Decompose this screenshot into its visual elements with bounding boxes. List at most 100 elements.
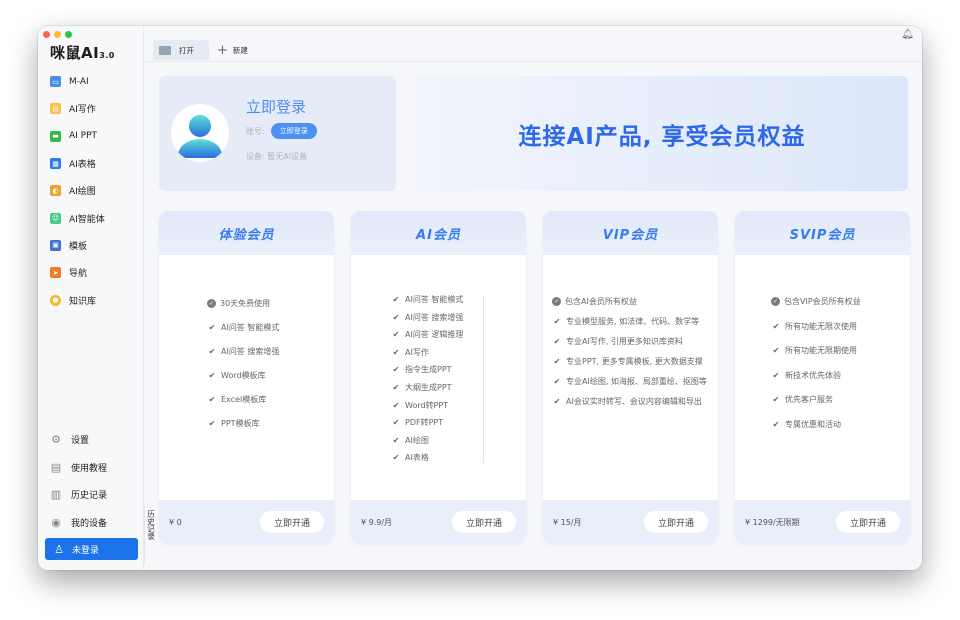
feature-item: ✔ 优先客户服务 [772,395,833,404]
check-icon: ✔ [208,395,216,404]
feature-item: ✔ AI问答 智能模式 [208,323,280,332]
sidebar-item-label: AI PPT [69,131,98,142]
sidebar-item-label: AI绘图 [69,187,96,198]
open-plan-button[interactable]: 立即开通 [644,511,708,533]
feature-item: ✔ AI表格 [392,453,429,463]
plan-title: SVIP会员 [735,211,910,255]
check-icon: ✔ [392,382,400,392]
minimize-window-button[interactable] [54,31,61,38]
check-icon: ✔ [772,370,780,380]
sidebar-item-label: 使用教程 [71,463,108,474]
feature-item: ✓ 30天免费使用 [207,299,271,308]
user-icon: ♙ [54,542,64,556]
plan-price: ¥ 1299/无限期 [745,517,800,527]
feature-item: ✔ AI问答 智能模式 [392,295,464,304]
check-icon: ✔ [208,371,216,380]
profile-device: 设备: 暂无AI设备 [246,152,308,161]
open-plan-button[interactable]: 立即开通 [452,511,516,533]
banner-text: 连接AI产品, 享受会员权益 [518,123,806,150]
sidebar-item-label: 导航 [69,269,88,280]
check-circle-icon: ✓ [552,297,561,306]
gear-icon: ⚙ [51,433,61,447]
check-icon: ✔ [392,435,400,445]
check-icon: ✔ [553,397,561,406]
check-icon: ✔ [392,312,400,322]
history-panel-toggle[interactable]: 历史记录 [144,506,157,564]
check-icon: ✔ [553,337,561,346]
check-icon: ✔ [772,321,780,331]
plan-price: ¥ 0 [169,517,182,527]
sidebar-item-m-ai[interactable]: ▭ M-AI [38,68,144,95]
check-icon: ✔ [772,346,780,355]
plan-card-svip: SVIP会员 ✓ 包含VIP会员所有权益 ✔ 所有功能无限次使用 ✔ 所有功能无限期使… [735,211,910,544]
template-icon: ▣ [50,239,61,251]
sidebar-item-history[interactable]: ▥ 历史记录 [38,481,144,509]
feature-item: ✔ 专业AI写作, 引用更多知识库资料 [553,337,683,346]
profile-login-title[interactable]: 立即登录 [246,96,306,117]
plan-footer: ¥ 15/月 立即开通 [543,500,718,544]
sidebar-item-label: AI表格 [69,160,96,171]
folder-icon [159,45,171,55]
sidebar-item-ai-drawing[interactable]: ◐ AI绘图 [38,177,144,204]
feature-item: ✔ 专业AI绘图, 如海报、局部重绘、抠图等 [553,377,707,386]
plan-features: ✓ 包含VIP会员所有权益 ✔ 所有功能无限次使用 ✔ 所有功能无限期使用 ✔ 新技术优… [735,255,910,430]
plan-title: 体验会员 [159,211,334,255]
tab-open[interactable]: 打开 [153,40,209,60]
sidebar-item-template[interactable]: ▣ 模板 [38,232,144,259]
check-icon: ✔ [392,453,400,463]
check-circle-icon: ✓ [771,297,780,306]
brand-version: 3.0 [99,51,115,60]
m-ai-icon: ▭ [50,76,61,88]
feature-item: ✔ 专属优惠和活动 [772,419,841,429]
plan-features: ✔ AI问答 智能模式 ✔ AI问答 搜索增强 ✔ AI问答 逻辑推理 ✔ AI写作 ✔… [351,255,526,464]
login-button[interactable]: ♙ 未登录 [45,538,138,560]
bell-icon[interactable]: 🔔︎ [901,29,914,40]
plan-price: ¥ 9.9/月 [361,517,393,527]
sidebar-item-label: AI智能体 [69,214,105,225]
tab-label: 打开 [179,45,194,55]
sidebar-item-settings[interactable]: ⚙ 设置 [38,426,144,454]
feature-item: ✔ AI会议实时转写、会议内容编辑和导出 [553,397,702,406]
writing-icon: ▤ [50,103,61,115]
sidebar-item-label: 知识库 [69,296,97,307]
plan-footer: ¥ 1299/无限期 立即开通 [735,500,910,544]
tutorial-icon: ▤ [50,460,62,474]
close-window-button[interactable] [43,31,50,38]
feature-item: ✓ 包含AI会员所有权益 [552,297,637,306]
feature-item: ✔ AI问答 搜索增强 [208,347,280,356]
feature-item: ✔ Excel模板库 [208,395,267,404]
sidebar-item-ai-writing[interactable]: ▤ AI写作 [38,95,144,122]
feature-item: ✔ AI绘图 [392,435,429,445]
profile-login-button[interactable]: 立即登录 [270,123,317,139]
sidebar-item-ai-table[interactable]: ▦ AI表格 [38,150,144,177]
feature-item: ✔ Word模板库 [208,371,266,380]
tab-bar: 打开 + 新建 🔔︎ [145,26,922,62]
sidebar-item-ai-ppt[interactable]: ▬ AI PPT [38,123,144,150]
sidebar-item-label: 设置 [71,436,90,447]
avatar[interactable] [171,104,229,162]
sidebar-item-devices[interactable]: ◉ 我的设备 [38,509,144,537]
feature-item: ✔ PDF转PPT [392,418,444,428]
check-icon: ✔ [553,317,561,326]
open-plan-button[interactable]: 立即开通 [836,511,900,533]
feature-item: ✔ 新技术优先体验 [772,370,841,380]
app-window: 咪鼠AI3.0 ▭ M-AI ▤ AI写作 ▬ AI PPT ▦ AI表格 ◐ AI绘图 … [38,26,922,570]
feature-item: ✔ 所有功能无限次使用 [772,321,857,331]
sidebar-item-tutorial[interactable]: ▤ 使用教程 [38,454,144,482]
profile-account: 账号: 立即登录 [246,123,317,139]
sidebar-item-knowledge-base[interactable]: ● 知识库 [38,286,144,313]
feature-item: ✔ 专业PPT, 更多专属模板, 更大数据支撑 [553,357,703,366]
check-circle-icon: ✓ [207,299,216,308]
sidebar-item-ai-agent[interactable]: ☺ AI智能体 [38,204,144,231]
maximize-window-button[interactable] [65,31,72,38]
feature-item: ✔ 指令生成PPT [392,365,452,375]
new-tab-button[interactable]: + 新建 [217,40,248,60]
login-button-label: 未登录 [72,545,100,556]
check-icon: ✔ [772,395,780,404]
feature-item: ✔ 大纲生成PPT [392,382,452,392]
open-plan-button[interactable]: 立即开通 [260,511,324,533]
sidebar-item-navigation[interactable]: ➤ 导航 [38,259,144,286]
feature-item: ✔ PPT模板库 [208,419,260,428]
device-icon: ◉ [51,515,61,529]
check-icon: ✔ [553,377,561,386]
